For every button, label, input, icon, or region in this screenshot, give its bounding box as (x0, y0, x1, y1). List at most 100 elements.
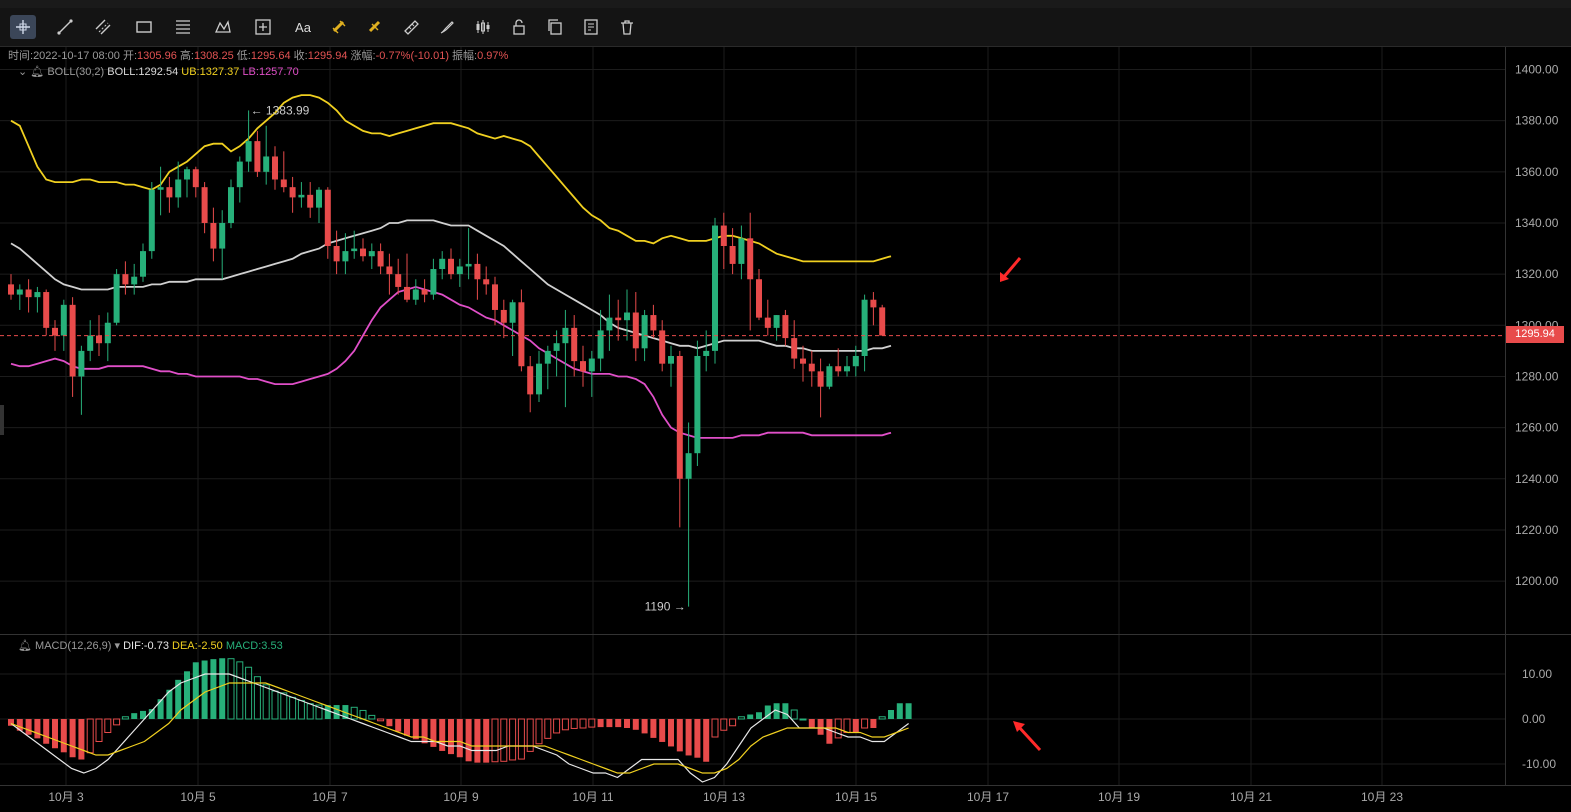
macd-bar (517, 718, 525, 760)
boll-lb-value: LB:1257.70 (242, 66, 299, 78)
macd-bar (386, 719, 393, 727)
candle-body (245, 141, 252, 162)
macd-dif-value: DIF:-0.73 (123, 640, 169, 652)
macd-bar (421, 719, 428, 744)
candle-body (756, 279, 762, 318)
candle (8, 274, 14, 300)
candle-body (456, 266, 463, 275)
macd-bar (43, 719, 50, 744)
candle-body (509, 302, 516, 323)
macd-bar (729, 718, 737, 727)
candle (703, 330, 710, 372)
candle (606, 294, 613, 351)
macd-tick-label: -10.00 (1522, 757, 1556, 771)
candle-body (606, 317, 613, 331)
candle (747, 212, 754, 331)
close-label: 收: (293, 50, 308, 62)
candle-body (729, 246, 736, 264)
candle-body (192, 169, 199, 188)
macd-bar (694, 719, 701, 758)
candle-body (694, 355, 701, 454)
macd-legend[interactable]: 🔔︎ MACD(12,26,9) ▾ DIF:-0.73 DEA:-2.50 M… (18, 639, 283, 652)
amplitude-label: 振幅: (452, 50, 478, 62)
red-arrow-lower (1016, 724, 1042, 752)
candle (219, 210, 226, 280)
candle-body (289, 187, 296, 198)
candle (377, 243, 384, 275)
low-annotation: 1190 → (645, 600, 686, 614)
bell-icon[interactable]: 🔔︎ (30, 66, 44, 78)
macd-bar (597, 719, 604, 728)
macd-bar (870, 719, 877, 728)
candle-body (113, 274, 120, 323)
macd-bar (509, 718, 517, 761)
candle-body (324, 189, 331, 247)
macd-tick-label: 0.00 (1522, 712, 1546, 726)
kline-chart[interactable]: 1400.001380.001360.001340.001320.001300.… (0, 0, 1571, 812)
candle (448, 248, 454, 280)
candle-body (263, 156, 270, 172)
candle (483, 266, 490, 295)
candle-body (580, 361, 586, 372)
macd-bar (474, 719, 481, 763)
candle (333, 230, 340, 275)
candle-body (764, 317, 771, 328)
macd-bar (333, 705, 340, 719)
macd-bar (184, 671, 190, 719)
candle (650, 304, 657, 339)
candle-body (879, 307, 886, 336)
candle-body (544, 350, 551, 364)
candle-body (641, 315, 648, 349)
candle-body (720, 225, 727, 247)
macd-bar (439, 719, 446, 751)
candle-body (632, 312, 639, 349)
candle-body (219, 222, 226, 249)
candle-body (685, 453, 692, 479)
macd-bar (52, 719, 58, 749)
candle (518, 289, 525, 372)
macd-bar (465, 719, 472, 762)
price-tick-label: 1360.00 (1515, 165, 1559, 179)
candle (879, 304, 886, 336)
price-tick-label: 1220.00 (1515, 523, 1559, 537)
macd-bar (676, 719, 683, 752)
panel-resize-handle[interactable] (0, 405, 4, 435)
macd-bar (78, 719, 85, 760)
price-tick-label: 1200.00 (1515, 574, 1559, 588)
candle (140, 243, 146, 282)
candle (756, 269, 762, 321)
candle (201, 182, 208, 234)
candle (439, 251, 446, 280)
candle-body (597, 330, 604, 359)
candle-body (738, 238, 745, 264)
macd-bar (896, 703, 903, 719)
candle (544, 345, 551, 390)
candle-body (703, 350, 710, 356)
candle (25, 279, 32, 313)
dropdown-caret-icon[interactable]: ▾ (115, 640, 121, 652)
macd-bar (121, 716, 129, 720)
candle (553, 330, 560, 377)
candle-body (553, 343, 560, 351)
chevron-down-icon[interactable]: ⌄ (18, 66, 27, 78)
macd-bar (799, 718, 807, 721)
bell-icon[interactable]: 🔔︎ (18, 640, 32, 652)
candle (536, 350, 542, 403)
macd-bar (157, 699, 164, 719)
boll-name: BOLL(30,2) (47, 66, 105, 78)
candle-body (439, 258, 446, 270)
candle (474, 253, 481, 300)
candle (236, 156, 243, 203)
candle (360, 238, 366, 262)
macd-hist-value: MACD:3.53 (225, 640, 283, 652)
candle (16, 284, 23, 310)
candle (43, 289, 50, 336)
boll-legend[interactable]: ⌄ 🔔︎ BOLL(30,2) BOLL:1292.54 UB:1327.37 … (18, 65, 299, 78)
macd-bar (641, 719, 648, 734)
change-label: 涨幅: (350, 50, 376, 62)
candle (808, 350, 815, 387)
candle-body (791, 338, 798, 359)
macd-bar (306, 703, 314, 720)
macd-bar (404, 719, 410, 736)
candle-body (712, 225, 718, 351)
